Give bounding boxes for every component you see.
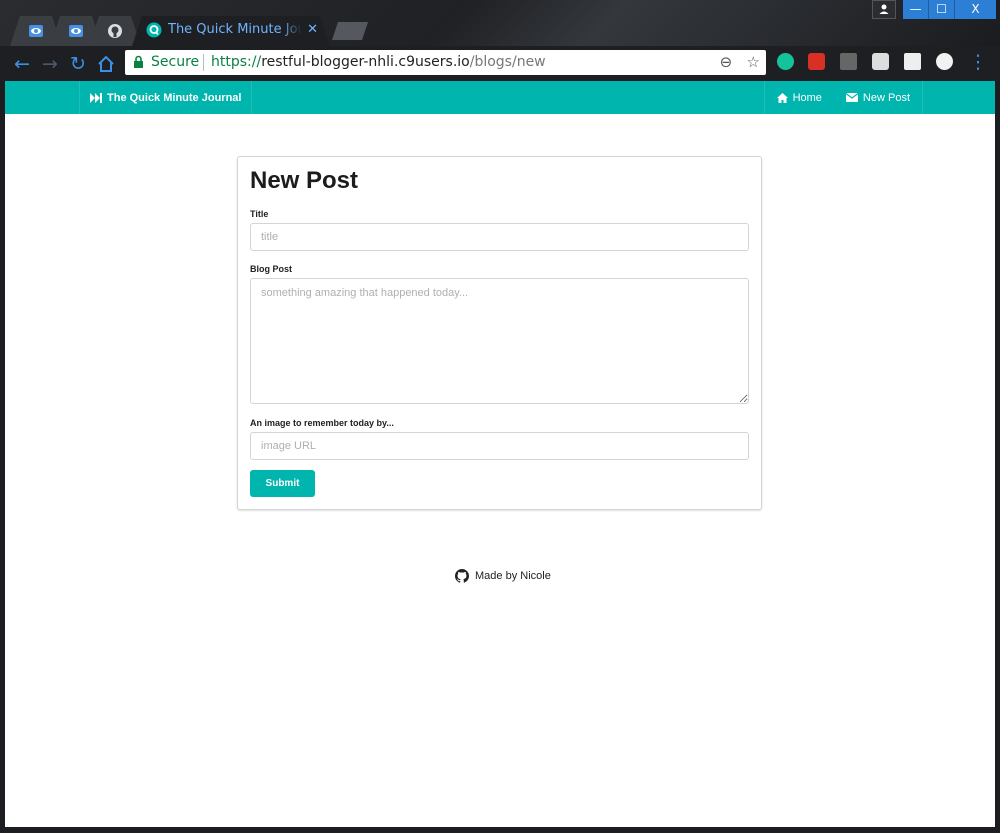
new-post-form: New Post Title Blog Post An image to rem… bbox=[237, 156, 762, 510]
eye-tab-icon bbox=[28, 23, 44, 39]
image-label: An image to remember today by... bbox=[250, 418, 394, 428]
close-window-button[interactable]: X bbox=[954, 0, 996, 19]
close-icon: X bbox=[971, 2, 980, 16]
maximize-icon: ☐ bbox=[936, 2, 947, 16]
home-icon bbox=[776, 92, 788, 103]
page-title: New Post bbox=[250, 167, 359, 194]
forward-arrow-icon[interactable]: → bbox=[38, 52, 62, 76]
new-tab-button[interactable] bbox=[332, 22, 368, 40]
menu-kebab-icon[interactable]: ⋮ bbox=[966, 50, 990, 74]
eye-tab-icon bbox=[68, 23, 84, 39]
title-input[interactable] bbox=[250, 223, 749, 251]
secure-label: Secure bbox=[151, 54, 200, 70]
title-label: Title bbox=[250, 209, 269, 219]
tab-title: The Quick Minute Journal bbox=[168, 22, 302, 37]
tab-close-icon[interactable]: ✕ bbox=[307, 22, 318, 37]
url-text[interactable]: https://restful-blogger-nhli.c9users.io/… bbox=[211, 54, 546, 70]
blog-post-label: Blog Post bbox=[250, 264, 292, 274]
brand-link[interactable]: The Quick Minute Journal bbox=[79, 81, 253, 114]
reload-icon[interactable]: ↻ bbox=[66, 52, 90, 76]
nav-home-label: Home bbox=[792, 91, 822, 104]
maximize-button[interactable]: ☐ bbox=[928, 0, 954, 19]
lock-icon bbox=[134, 55, 143, 68]
submit-button[interactable]: Submit bbox=[250, 470, 315, 497]
bookmark-star-icon[interactable]: ☆ bbox=[747, 53, 760, 71]
minimize-button[interactable]: — bbox=[903, 0, 928, 19]
github-icon[interactable] bbox=[455, 569, 469, 583]
nav-new-post-link[interactable]: New Post bbox=[834, 81, 922, 114]
browser-tab[interactable] bbox=[89, 16, 141, 46]
circle-icon[interactable] bbox=[936, 53, 953, 70]
divider bbox=[203, 54, 204, 71]
blog-post-textarea[interactable] bbox=[250, 278, 749, 404]
nav-menu: Home New Post bbox=[763, 81, 923, 114]
site-navbar: The Quick Minute Journal Home New Post bbox=[5, 81, 995, 114]
footer-text: Made by Nicole bbox=[475, 570, 551, 582]
window-bottom-edge bbox=[0, 827, 1000, 833]
omnibox-icons: ⊖ ☆ bbox=[720, 53, 760, 71]
s-icon[interactable] bbox=[872, 53, 889, 70]
nav-home-link[interactable]: Home bbox=[765, 81, 834, 114]
nav-new-post-label: New Post bbox=[862, 91, 910, 104]
title-bar: The Quick Minute Journal ✕ — ☐ X bbox=[0, 0, 1000, 46]
envelope-icon bbox=[845, 93, 858, 102]
fast-forward-icon bbox=[90, 92, 102, 103]
image-url-input[interactable] bbox=[250, 432, 749, 460]
github-tab-icon bbox=[107, 23, 123, 39]
active-browser-tab[interactable]: The Quick Minute Journal ✕ bbox=[132, 16, 330, 46]
zoom-icon[interactable]: ⊖ bbox=[720, 53, 733, 71]
envelope-icon[interactable] bbox=[840, 53, 857, 70]
red-lock-icon[interactable] bbox=[808, 53, 825, 70]
page-viewport: The Quick Minute Journal Home New Post N… bbox=[5, 81, 995, 827]
person-icon bbox=[879, 4, 889, 14]
brand-text: The Quick Minute Journal bbox=[107, 91, 242, 104]
minimize-icon: — bbox=[909, 2, 922, 16]
back-arrow-icon[interactable]: ← bbox=[10, 52, 34, 76]
footer: Made by Nicole bbox=[455, 569, 551, 583]
journal-favicon bbox=[146, 22, 162, 38]
grammarly-icon[interactable] bbox=[777, 53, 794, 70]
address-bar[interactable]: Secure https://restful-blogger-nhli.c9us… bbox=[125, 50, 766, 75]
shield-icon[interactable] bbox=[904, 53, 921, 70]
home-icon[interactable] bbox=[94, 52, 118, 76]
profile-button[interactable] bbox=[872, 0, 896, 19]
